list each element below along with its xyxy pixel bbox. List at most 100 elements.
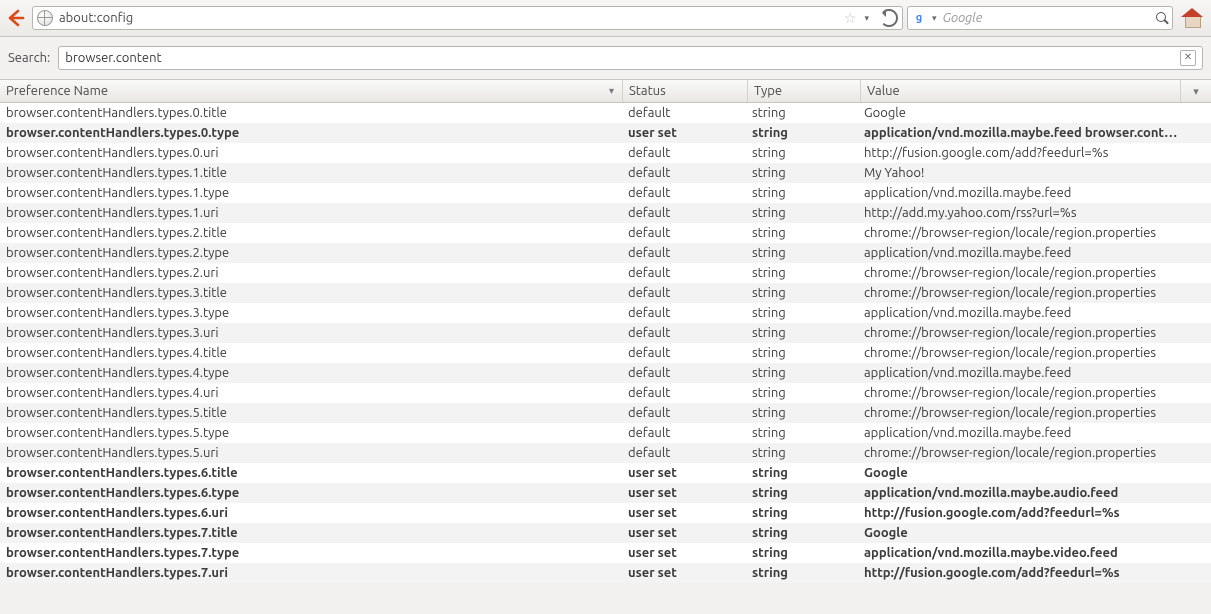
column-picker-icon[interactable]: ▾ [1181, 80, 1211, 102]
table-row[interactable]: browser.contentHandlers.types.2.uridefau… [0, 263, 1211, 283]
cell-value: application/vnd.mozilla.maybe.feed [858, 186, 1211, 200]
back-button[interactable] [4, 6, 28, 30]
column-header-type[interactable]: Type [748, 80, 861, 102]
table-row[interactable]: browser.contentHandlers.types.6.typeuser… [0, 483, 1211, 503]
bookmark-star-icon[interactable]: ☆ [844, 10, 857, 27]
cell-type: string [746, 406, 858, 420]
cell-type: string [746, 566, 858, 580]
cell-status: default [622, 206, 746, 220]
cell-value: http://fusion.google.com/add?feedurl=%s [858, 566, 1211, 580]
cell-pref-name: browser.contentHandlers.types.5.title [0, 406, 622, 420]
cell-value: chrome://browser-region/locale/region.pr… [858, 346, 1211, 360]
cell-pref-name: browser.contentHandlers.types.6.type [0, 486, 622, 500]
search-placeholder: Google [943, 11, 1152, 25]
cell-type: string [746, 266, 858, 280]
table-row[interactable]: browser.contentHandlers.types.5.typedefa… [0, 423, 1211, 443]
cell-type: string [746, 186, 858, 200]
cell-value: application/vnd.mozilla.maybe.feed [858, 306, 1211, 320]
cell-value: http://fusion.google.com/add?feedurl=%s [858, 146, 1211, 160]
table-row[interactable]: browser.contentHandlers.types.0.uridefau… [0, 143, 1211, 163]
cell-pref-name: browser.contentHandlers.types.2.title [0, 226, 622, 240]
cell-status: default [622, 446, 746, 460]
cell-status: user set [622, 126, 746, 140]
cell-pref-name: browser.contentHandlers.types.5.uri [0, 446, 622, 460]
cell-status: default [622, 426, 746, 440]
filter-label: Search: [8, 51, 50, 65]
table-row[interactable]: browser.contentHandlers.types.2.typedefa… [0, 243, 1211, 263]
table-row[interactable]: browser.contentHandlers.types.3.typedefa… [0, 303, 1211, 323]
cell-pref-name: browser.contentHandlers.types.4.title [0, 346, 622, 360]
cell-status: user set [622, 566, 746, 580]
table-row[interactable]: browser.contentHandlers.types.7.typeuser… [0, 543, 1211, 563]
cell-status: default [622, 406, 746, 420]
cell-value: chrome://browser-region/locale/region.pr… [858, 326, 1211, 340]
cell-type: string [746, 246, 858, 260]
cell-pref-name: browser.contentHandlers.types.1.title [0, 166, 622, 180]
cell-type: string [746, 146, 858, 160]
table-row[interactable]: browser.contentHandlers.types.7.titleuse… [0, 523, 1211, 543]
table-row[interactable]: browser.contentHandlers.types.1.uridefau… [0, 203, 1211, 223]
cell-pref-name: browser.contentHandlers.types.4.type [0, 366, 622, 380]
cell-status: user set [622, 486, 746, 500]
cell-value: Google [858, 466, 1211, 480]
table-row[interactable]: browser.contentHandlers.types.5.titledef… [0, 403, 1211, 423]
column-header-value[interactable]: Value [861, 80, 1181, 102]
cell-value: application/vnd.mozilla.maybe.feed brows… [858, 126, 1211, 140]
cell-status: default [622, 226, 746, 240]
cell-type: string [746, 366, 858, 380]
home-button[interactable] [1181, 7, 1203, 29]
cell-type: string [746, 546, 858, 560]
column-header-name[interactable]: Preference Name [0, 80, 623, 102]
table-row[interactable]: browser.contentHandlers.types.0.typeuser… [0, 123, 1211, 143]
search-engine-dropdown-icon[interactable]: ▾ [930, 13, 939, 24]
url-text: about:config [59, 11, 838, 25]
cell-value: chrome://browser-region/locale/region.pr… [858, 446, 1211, 460]
table-header: Preference Name Status Type Value ▾ [0, 80, 1211, 103]
cell-type: string [746, 526, 858, 540]
table-row[interactable]: browser.contentHandlers.types.6.uriuser … [0, 503, 1211, 523]
cell-status: default [622, 246, 746, 260]
table-row[interactable]: browser.contentHandlers.types.7.uriuser … [0, 563, 1211, 583]
cell-type: string [746, 226, 858, 240]
cell-status: user set [622, 546, 746, 560]
filter-input[interactable]: browser.content ✕ [58, 46, 1203, 70]
cell-pref-name: browser.contentHandlers.types.7.type [0, 546, 622, 560]
cell-pref-name: browser.contentHandlers.types.0.uri [0, 146, 622, 160]
table-row[interactable]: browser.contentHandlers.types.1.typedefa… [0, 183, 1211, 203]
table-row[interactable]: browser.contentHandlers.types.3.titledef… [0, 283, 1211, 303]
table-row[interactable]: browser.contentHandlers.types.5.uridefau… [0, 443, 1211, 463]
column-header-status[interactable]: Status [623, 80, 748, 102]
cell-pref-name: browser.contentHandlers.types.0.type [0, 126, 622, 140]
cell-type: string [746, 206, 858, 220]
cell-pref-name: browser.contentHandlers.types.4.uri [0, 386, 622, 400]
prefs-table: Preference Name Status Type Value ▾ brow… [0, 80, 1211, 583]
table-row[interactable]: browser.contentHandlers.types.6.titleuse… [0, 463, 1211, 483]
cell-value: Google [858, 526, 1211, 540]
cell-status: default [622, 186, 746, 200]
cell-pref-name: browser.contentHandlers.types.1.type [0, 186, 622, 200]
cell-pref-name: browser.contentHandlers.types.2.type [0, 246, 622, 260]
table-row[interactable]: browser.contentHandlers.types.4.titledef… [0, 343, 1211, 363]
clear-filter-icon[interactable]: ✕ [1180, 50, 1196, 66]
search-icon[interactable] [1156, 12, 1168, 24]
cell-pref-name: browser.contentHandlers.types.1.uri [0, 206, 622, 220]
cell-value: chrome://browser-region/locale/region.pr… [858, 406, 1211, 420]
filter-row: Search: browser.content ✕ [0, 37, 1211, 80]
cell-status: default [622, 266, 746, 280]
cell-type: string [746, 446, 858, 460]
reload-icon[interactable] [880, 9, 898, 27]
cell-value: My Yahoo! [858, 166, 1211, 180]
table-row[interactable]: browser.contentHandlers.types.4.uridefau… [0, 383, 1211, 403]
table-row[interactable]: browser.contentHandlers.types.3.uridefau… [0, 323, 1211, 343]
table-row[interactable]: browser.contentHandlers.types.0.titledef… [0, 103, 1211, 123]
table-row[interactable]: browser.contentHandlers.types.1.titledef… [0, 163, 1211, 183]
url-bar[interactable]: about:config ☆ ▾ [32, 6, 903, 30]
table-row[interactable]: browser.contentHandlers.types.4.typedefa… [0, 363, 1211, 383]
url-dropdown-icon[interactable]: ▾ [862, 13, 871, 24]
search-engine-box[interactable]: g ▾ Google [907, 6, 1173, 30]
cell-pref-name: browser.contentHandlers.types.2.uri [0, 266, 622, 280]
cell-pref-name: browser.contentHandlers.types.5.type [0, 426, 622, 440]
table-row[interactable]: browser.contentHandlers.types.2.titledef… [0, 223, 1211, 243]
cell-type: string [746, 386, 858, 400]
cell-status: default [622, 286, 746, 300]
